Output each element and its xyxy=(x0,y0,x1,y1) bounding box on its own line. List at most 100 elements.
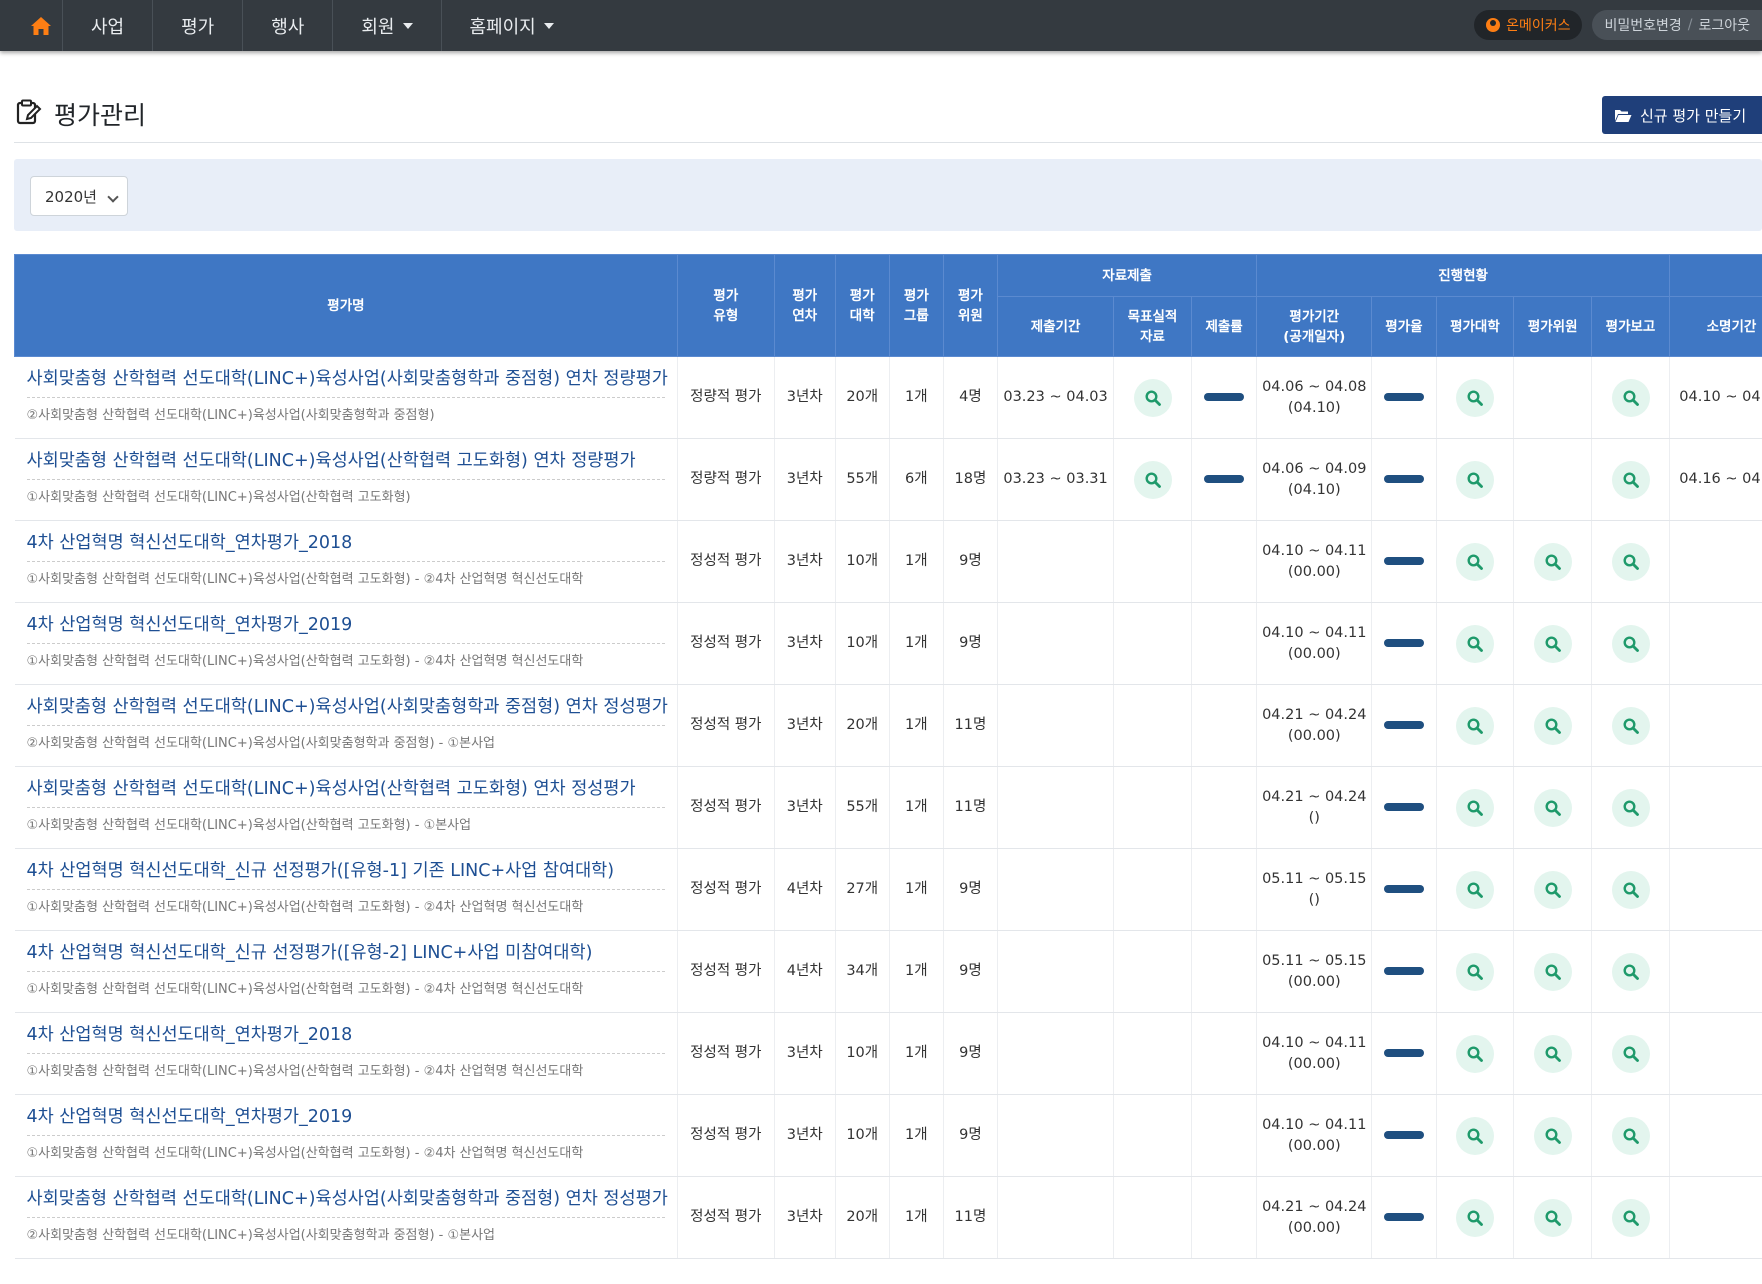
home-button[interactable] xyxy=(20,0,62,51)
eval-group-count: 1개 xyxy=(889,520,944,603)
eval-period: 04.10 ~ 04.11 xyxy=(1262,1116,1367,1133)
table-row: 4차 산업혁명 혁신선도대학_연차평가_2018 ①사회맞춤형 산학협력 선도대학… xyxy=(14,520,1762,603)
eval-name-cell: 4차 산업혁명 혁신선도대학_연차평가_2018 ①사회맞춤형 산학협력 선도대학… xyxy=(14,1012,678,1095)
submission-rate-cell xyxy=(1191,602,1258,685)
eval-title-link[interactable]: 4차 산업혁명 혁신선도대학_연차평가_2019 xyxy=(26,1107,665,1136)
view-button[interactable] xyxy=(1611,706,1650,745)
eval-rate-cell xyxy=(1371,602,1437,685)
view-button[interactable] xyxy=(1533,706,1572,745)
eval-title-link[interactable]: 사회맞춤형 산학협력 선도대학(LINC+)육성사업(사회맞춤형학과 중점형) … xyxy=(26,697,668,726)
target-data-cell xyxy=(1113,356,1192,439)
view-button[interactable] xyxy=(1455,460,1494,499)
view-button[interactable] xyxy=(1455,624,1494,663)
nav-item-homepage[interactable]: 홈페이지 xyxy=(440,0,582,51)
change-password-link[interactable]: 비밀번호변경 xyxy=(1604,15,1681,35)
view-button[interactable] xyxy=(1611,542,1650,581)
eval-group-count: 6개 xyxy=(889,438,944,521)
eval-round: 3년차 xyxy=(774,766,836,849)
search-icon xyxy=(1622,717,1639,734)
view-button[interactable] xyxy=(1611,1034,1650,1073)
eval-period: 04.21 ~ 04.24 xyxy=(1262,788,1367,805)
eval-period: 05.11 ~ 05.15 xyxy=(1262,952,1367,969)
eval-type: 정성적 평가 xyxy=(677,1176,775,1259)
company-badge[interactable]: 온메이커스 xyxy=(1474,10,1583,40)
eval-rate-bar xyxy=(1383,1049,1424,1057)
eval-subtitle: ①사회맞춤형 산학협력 선도대학(LINC+)육성사업(산학협력 고도화형) -… xyxy=(26,982,584,997)
header-eval-member: 평가위원 xyxy=(1513,296,1593,357)
view-button[interactable] xyxy=(1455,542,1494,581)
eval-univ-cell xyxy=(1436,356,1515,439)
nav-item-event[interactable]: 행사 xyxy=(242,0,332,51)
view-button[interactable] xyxy=(1533,952,1572,991)
view-button[interactable] xyxy=(1611,1116,1650,1155)
eval-univ-count: 20개 xyxy=(835,356,890,439)
eval-univ-cell xyxy=(1436,848,1515,931)
view-button[interactable] xyxy=(1455,788,1494,827)
view-button[interactable] xyxy=(1611,870,1650,909)
target-data-cell xyxy=(1113,930,1192,1013)
eval-report-cell xyxy=(1591,766,1670,849)
view-button[interactable] xyxy=(1133,378,1172,417)
target-data-cell xyxy=(1113,684,1192,767)
eval-title-link[interactable]: 사회맞춤형 산학협력 선도대학(LINC+)육성사업(사회맞춤형학과 중점형) … xyxy=(26,369,668,398)
submission-rate-cell xyxy=(1191,1012,1258,1095)
eval-period: 04.10 ~ 04.11 xyxy=(1262,542,1367,559)
view-button[interactable] xyxy=(1455,952,1494,991)
table-row: 4차 산업혁명 혁신선도대학_신규 선정평가([유형-2] LINC+사업 미참… xyxy=(14,930,1762,1013)
eval-rate-cell xyxy=(1371,930,1437,1013)
open-date: (04.10) xyxy=(1287,399,1341,416)
search-icon xyxy=(1622,1045,1639,1062)
eval-title-link[interactable]: 사회맞춤형 산학협력 선도대학(LINC+)육성사업(산학협력 고도화형) 연차… xyxy=(26,451,665,480)
eval-period-cell: 04.10 ~ 04.11 (00.00) xyxy=(1256,1012,1373,1095)
logout-link[interactable]: 로그아웃 xyxy=(1698,15,1750,35)
submission-rate-bar xyxy=(1204,475,1245,483)
eval-title-link[interactable]: 사회맞춤형 산학협력 선도대학(LINC+)육성사업(산학협력 고도화형) 연차… xyxy=(26,779,665,808)
view-button[interactable] xyxy=(1533,1116,1572,1155)
eval-subtitle: ①사회맞춤형 산학협력 선도대학(LINC+)육성사업(산학협력 고도화형) xyxy=(26,490,411,505)
view-button[interactable] xyxy=(1133,460,1172,499)
view-button[interactable] xyxy=(1455,870,1494,909)
view-button[interactable] xyxy=(1611,788,1650,827)
new-evaluation-button[interactable]: 신규 평가 만들기 xyxy=(1602,96,1762,134)
eval-title-link[interactable]: 4차 산업혁명 혁신선도대학_신규 선정평가([유형-1] 기존 LINC+사업… xyxy=(26,861,665,890)
view-button[interactable] xyxy=(1533,1034,1572,1073)
view-button[interactable] xyxy=(1533,788,1572,827)
eval-round: 3년차 xyxy=(774,520,836,603)
view-button[interactable] xyxy=(1533,624,1572,663)
view-button[interactable] xyxy=(1611,460,1650,499)
nav-item-member[interactable]: 회원 xyxy=(332,0,440,51)
eval-member-count: 9명 xyxy=(943,602,999,685)
eval-title-link[interactable]: 4차 산업혁명 혁신선도대학_연차평가_2019 xyxy=(26,615,665,644)
view-button[interactable] xyxy=(1533,542,1572,581)
eval-title-link[interactable]: 4차 산업혁명 혁신선도대학_연차평가_2018 xyxy=(26,1025,665,1054)
view-button[interactable] xyxy=(1455,378,1494,417)
nav-item-evaluation[interactable]: 평가 xyxy=(152,0,242,51)
open-date: (04.10) xyxy=(1287,481,1341,498)
eval-rate-bar xyxy=(1383,885,1424,893)
eval-name-cell: 사회맞춤형 산학협력 선도대학(LINC+)육성사업(산학협력 고도화형) 연차… xyxy=(14,438,678,521)
view-button[interactable] xyxy=(1611,1198,1650,1237)
view-button[interactable] xyxy=(1611,952,1650,991)
view-button[interactable] xyxy=(1455,706,1494,745)
view-button[interactable] xyxy=(1455,1198,1494,1237)
eval-report-cell xyxy=(1591,684,1670,767)
search-icon xyxy=(1467,553,1483,570)
eval-univ-count: 20개 xyxy=(835,684,890,767)
eval-period-cell: 05.11 ~ 05.15 () xyxy=(1256,848,1373,931)
view-button[interactable] xyxy=(1455,1034,1494,1073)
eval-title-link[interactable]: 4차 산업혁명 혁신선도대학_연차평가_2018 xyxy=(26,533,665,562)
view-button[interactable] xyxy=(1533,870,1572,909)
eval-title-link[interactable]: 4차 산업혁명 혁신선도대학_신규 선정평가([유형-2] LINC+사업 미참… xyxy=(26,943,665,972)
open-date: (00.00) xyxy=(1287,1219,1341,1236)
header-sub-period: 제출기간 xyxy=(996,296,1115,357)
eval-title-link[interactable]: 사회맞춤형 산학협력 선도대학(LINC+)육성사업(사회맞춤형학과 중점형) … xyxy=(26,1189,668,1218)
view-button[interactable] xyxy=(1533,1198,1572,1237)
year-select[interactable]: 2020년 xyxy=(30,176,128,216)
nav-item-business[interactable]: 사업 xyxy=(62,0,152,51)
view-button[interactable] xyxy=(1611,378,1650,417)
view-button[interactable] xyxy=(1611,624,1650,663)
target-data-cell xyxy=(1113,1176,1192,1259)
search-icon xyxy=(1467,1209,1483,1226)
eval-univ-count: 10개 xyxy=(835,602,890,685)
view-button[interactable] xyxy=(1455,1116,1494,1155)
